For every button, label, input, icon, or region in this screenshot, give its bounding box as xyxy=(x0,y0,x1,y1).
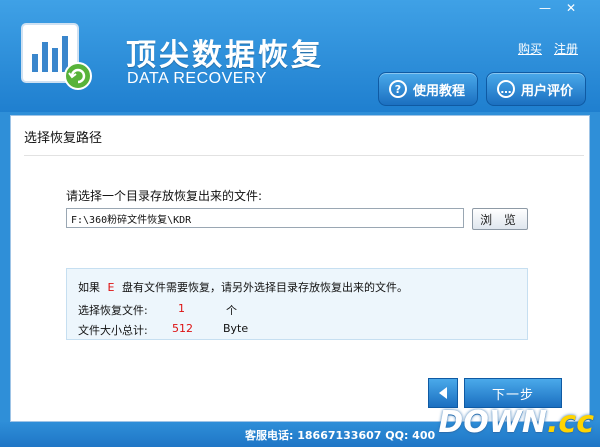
size-value: 512 xyxy=(172,322,193,335)
files-unit: 个 xyxy=(226,304,237,317)
browse-button[interactable]: 浏 览 xyxy=(472,208,528,230)
size-unit: Byte xyxy=(223,322,249,335)
question-icon: ? xyxy=(389,80,407,98)
files-label: 选择恢复文件: xyxy=(78,304,148,317)
watermark-main: DOWN xyxy=(438,404,548,440)
path-prompt: 请选择一个目录存放恢复出来的文件: xyxy=(66,189,263,203)
output-path-input[interactable] xyxy=(66,208,464,228)
app-logo-icon xyxy=(21,23,92,90)
support-contact: 客服电话: 18667133607 QQ: 400 xyxy=(245,429,436,442)
comment-icon: … xyxy=(497,80,515,98)
info-warning-suffix: 盘有文件需要恢复，请另外选择目录存放恢复出来的文件。 xyxy=(121,281,408,294)
tutorial-button[interactable]: ? 使用教程 xyxy=(378,72,478,106)
app-subtitle: DATA RECOVERY xyxy=(127,70,267,87)
window-controls: — xyxy=(534,0,556,16)
info-drive-letter: E xyxy=(107,281,115,294)
minimize-button[interactable]: — xyxy=(534,0,556,16)
info-warning-prefix: 如果 xyxy=(78,281,100,294)
review-button[interactable]: … 用户评价 xyxy=(486,72,586,106)
size-label: 文件大小总计: xyxy=(78,324,148,337)
section-divider xyxy=(24,155,584,156)
files-count: 1 xyxy=(178,302,185,315)
section-title: 选择恢复路径 xyxy=(24,131,103,146)
buy-link[interactable]: 购买 xyxy=(518,40,542,57)
info-warning: 如果 E 盘有文件需要恢复，请另外选择目录存放恢复出来的文件。 xyxy=(78,279,408,295)
arrow-left-icon xyxy=(439,387,447,399)
app-title: 顶尖数据恢复 xyxy=(126,38,324,73)
close-button[interactable]: ✕ xyxy=(560,0,582,16)
header-links: 购买 注册 xyxy=(518,40,578,57)
window-controls-close: ✕ xyxy=(560,0,582,16)
tutorial-label: 使用教程 xyxy=(413,83,466,99)
review-label: 用户评价 xyxy=(521,83,574,99)
watermark: DOWN .cc xyxy=(438,400,594,444)
watermark-suffix: .cc xyxy=(547,404,594,440)
register-link[interactable]: 注册 xyxy=(554,40,578,57)
